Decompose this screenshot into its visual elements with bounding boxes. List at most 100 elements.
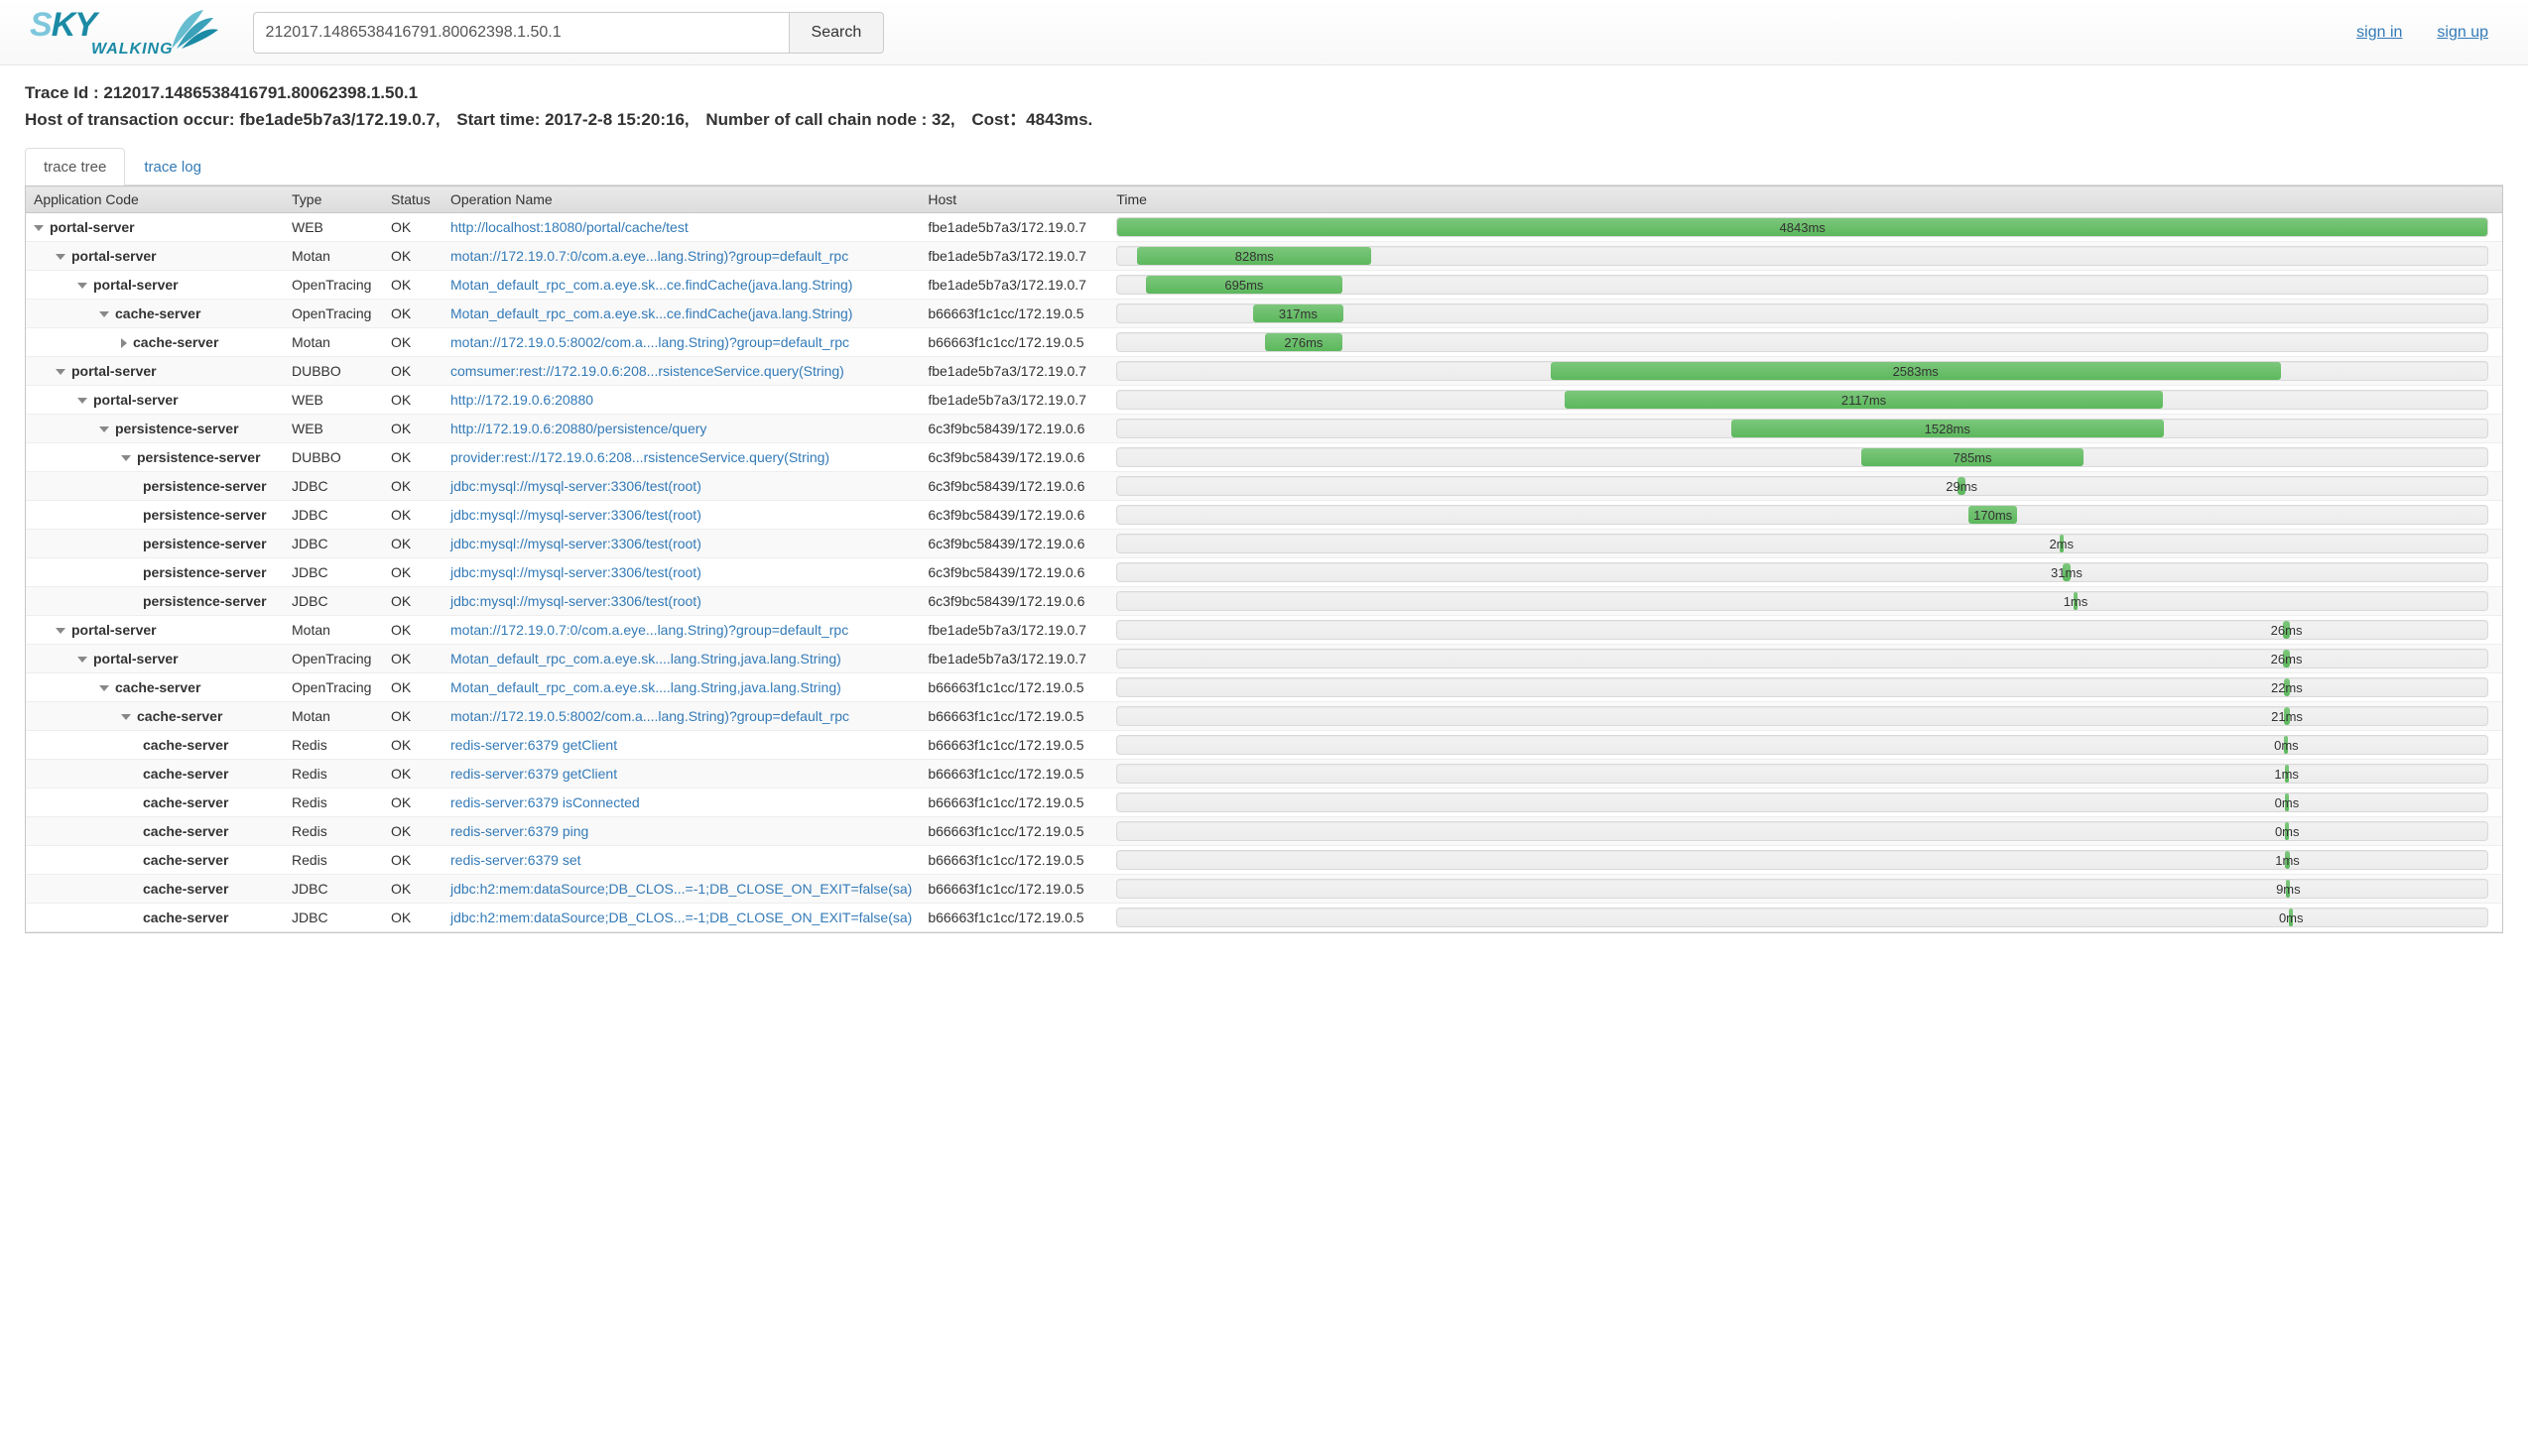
- chevron-down-icon[interactable]: [77, 398, 87, 404]
- host-cell: 6c3f9bc58439/172.19.0.6: [920, 587, 1108, 616]
- app-cell[interactable]: cache-server: [26, 328, 284, 357]
- operation-link[interactable]: redis-server:6379 ping: [450, 823, 588, 839]
- col-host[interactable]: Host: [920, 186, 1108, 213]
- status-cell: OK: [383, 645, 442, 673]
- operation-link[interactable]: comsumer:rest://172.19.0.6:208...rsisten…: [450, 363, 844, 379]
- operation-link[interactable]: Motan_default_rpc_com.a.eye.sk...ce.find…: [450, 277, 852, 293]
- duration-label: 1ms: [2274, 766, 2299, 784]
- app-cell[interactable]: portal-server: [26, 386, 284, 415]
- app-cell[interactable]: cache-server: [26, 789, 284, 817]
- app-cell[interactable]: persistence-server: [26, 501, 284, 530]
- status-cell: OK: [383, 789, 442, 817]
- app-cell[interactable]: cache-server: [26, 846, 284, 875]
- status-cell: OK: [383, 616, 442, 645]
- operation-link[interactable]: redis-server:6379 set: [450, 852, 581, 868]
- operation-cell: http://172.19.0.6:20880: [442, 386, 920, 415]
- app-label: persistence-server: [143, 564, 267, 580]
- chevron-down-icon[interactable]: [99, 685, 109, 691]
- app-cell[interactable]: portal-server: [26, 616, 284, 645]
- time-cell: 31ms: [1108, 558, 2502, 587]
- app-cell[interactable]: portal-server: [26, 357, 284, 386]
- chevron-down-icon[interactable]: [77, 657, 87, 663]
- leaf-icon: [164, 4, 223, 54]
- operation-link[interactable]: Motan_default_rpc_com.a.eye.sk...ce.find…: [450, 305, 852, 321]
- app-cell[interactable]: persistence-server: [26, 472, 284, 501]
- host-cell: 6c3f9bc58439/172.19.0.6: [920, 558, 1108, 587]
- chevron-down-icon[interactable]: [56, 628, 65, 634]
- chevron-down-icon[interactable]: [56, 369, 65, 375]
- time-cell: 9ms: [1108, 875, 2502, 904]
- host-cell: fbe1ade5b7a3/172.19.0.7: [920, 271, 1108, 300]
- operation-link[interactable]: http://localhost:18080/portal/cache/test: [450, 219, 689, 235]
- app-cell[interactable]: persistence-server: [26, 530, 284, 558]
- operation-link[interactable]: jdbc:mysql://mysql-server:3306/test(root…: [450, 507, 701, 523]
- app-cell[interactable]: cache-server: [26, 817, 284, 846]
- operation-link[interactable]: http://172.19.0.6:20880: [450, 392, 593, 408]
- chevron-down-icon[interactable]: [99, 426, 109, 432]
- search-button[interactable]: Search: [789, 12, 885, 54]
- operation-link[interactable]: jdbc:mysql://mysql-server:3306/test(root…: [450, 536, 701, 551]
- operation-link[interactable]: jdbc:mysql://mysql-server:3306/test(root…: [450, 564, 701, 580]
- app-cell[interactable]: persistence-server: [26, 558, 284, 587]
- operation-link[interactable]: redis-server:6379 getClient: [450, 766, 617, 782]
- app-cell[interactable]: portal-server: [26, 213, 284, 242]
- host-cell: fbe1ade5b7a3/172.19.0.7: [920, 645, 1108, 673]
- chevron-down-icon[interactable]: [56, 254, 65, 260]
- operation-link[interactable]: http://172.19.0.6:20880/persistence/quer…: [450, 421, 706, 436]
- operation-link[interactable]: motan://172.19.0.7:0/com.a.eye...lang.St…: [450, 622, 848, 638]
- operation-link[interactable]: jdbc:h2:mem:dataSource;DB_CLOS...=-1;DB_…: [450, 881, 912, 897]
- time-cell: 29ms: [1108, 472, 2502, 501]
- operation-link[interactable]: Motan_default_rpc_com.a.eye.sk....lang.S…: [450, 651, 841, 667]
- col-operation[interactable]: Operation Name: [442, 186, 920, 213]
- chevron-down-icon[interactable]: [34, 225, 44, 231]
- status-cell: OK: [383, 386, 442, 415]
- chevron-down-icon[interactable]: [121, 455, 131, 461]
- chevron-down-icon[interactable]: [99, 311, 109, 317]
- chevron-right-icon[interactable]: [121, 338, 127, 348]
- app-cell[interactable]: portal-server: [26, 271, 284, 300]
- app-cell[interactable]: persistence-server: [26, 587, 284, 616]
- col-time[interactable]: Time: [1108, 186, 2502, 213]
- col-status[interactable]: Status: [383, 186, 442, 213]
- operation-link[interactable]: motan://172.19.0.7:0/com.a.eye...lang.St…: [450, 248, 848, 264]
- operation-cell: jdbc:mysql://mysql-server:3306/test(root…: [442, 587, 920, 616]
- app-cell[interactable]: persistence-server: [26, 415, 284, 443]
- app-label: cache-server: [143, 910, 228, 925]
- signup-link[interactable]: sign up: [2437, 24, 2488, 42]
- operation-cell: http://localhost:18080/portal/cache/test: [442, 213, 920, 242]
- operation-link[interactable]: redis-server:6379 getClient: [450, 737, 617, 753]
- logo[interactable]: SKY WALKING: [30, 6, 223, 59]
- operation-link[interactable]: jdbc:mysql://mysql-server:3306/test(root…: [450, 593, 701, 609]
- app-cell[interactable]: cache-server: [26, 702, 284, 731]
- chevron-down-icon[interactable]: [77, 283, 87, 289]
- operation-cell: jdbc:mysql://mysql-server:3306/test(root…: [442, 501, 920, 530]
- tab-trace-tree[interactable]: trace tree: [25, 148, 125, 185]
- operation-link[interactable]: jdbc:mysql://mysql-server:3306/test(root…: [450, 478, 701, 494]
- signin-link[interactable]: sign in: [2356, 24, 2402, 42]
- app-cell[interactable]: cache-server: [26, 673, 284, 702]
- search-input[interactable]: [253, 12, 789, 54]
- time-cell: 2583ms: [1108, 357, 2502, 386]
- tab-trace-log[interactable]: trace log: [125, 148, 220, 185]
- app-label: cache-server: [115, 305, 200, 321]
- app-cell[interactable]: cache-server: [26, 760, 284, 789]
- col-type[interactable]: Type: [284, 186, 383, 213]
- app-cell[interactable]: cache-server: [26, 731, 284, 760]
- operation-link[interactable]: motan://172.19.0.5:8002/com.a....lang.St…: [450, 334, 849, 350]
- operation-link[interactable]: jdbc:h2:mem:dataSource;DB_CLOS...=-1;DB_…: [450, 910, 912, 925]
- chevron-down-icon[interactable]: [121, 714, 131, 720]
- duration-bar: 2583ms: [1116, 361, 2488, 381]
- app-cell[interactable]: persistence-server: [26, 443, 284, 472]
- operation-link[interactable]: Motan_default_rpc_com.a.eye.sk....lang.S…: [450, 679, 841, 695]
- operation-link[interactable]: provider:rest://172.19.0.6:208...rsisten…: [450, 449, 829, 465]
- duration-bar: 695ms: [1116, 275, 2488, 295]
- app-cell[interactable]: cache-server: [26, 904, 284, 932]
- app-cell[interactable]: portal-server: [26, 242, 284, 271]
- app-cell[interactable]: cache-server: [26, 875, 284, 904]
- col-application[interactable]: Application Code: [26, 186, 284, 213]
- operation-link[interactable]: redis-server:6379 isConnected: [450, 794, 640, 810]
- app-cell[interactable]: cache-server: [26, 300, 284, 328]
- operation-link[interactable]: motan://172.19.0.5:8002/com.a....lang.St…: [450, 708, 849, 724]
- app-cell[interactable]: portal-server: [26, 645, 284, 673]
- duration-bar: 26ms: [1116, 649, 2488, 668]
